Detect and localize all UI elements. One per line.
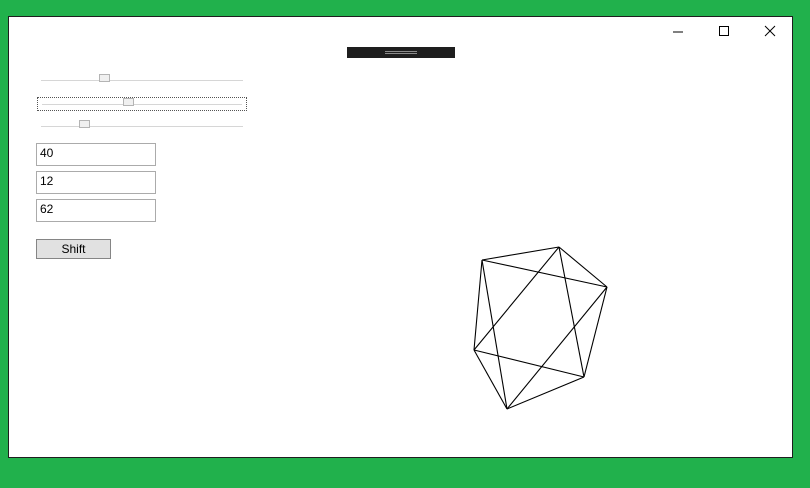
- shape-edge: [473, 246, 560, 351]
- shape-edge: [473, 259, 483, 351]
- shape-edge: [481, 246, 560, 261]
- wireframe-shape: [473, 246, 608, 410]
- app-window: 40 12 62 Shift: [8, 16, 793, 458]
- shape-edge: [506, 376, 585, 410]
- shape-edge: [506, 286, 608, 410]
- shape-edge: [473, 349, 585, 378]
- shape-edge: [558, 246, 585, 378]
- shape-edge: [558, 246, 608, 288]
